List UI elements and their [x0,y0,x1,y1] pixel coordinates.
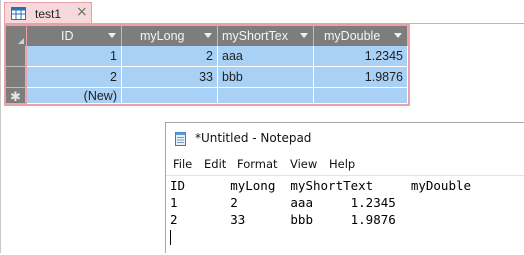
cell-mylong[interactable]: 33 [122,67,218,88]
tab-test1[interactable]: test1 × [4,2,92,24]
column-header-myshorttext[interactable]: myShortTex [218,26,314,46]
dropdown-arrow-icon[interactable] [300,33,308,38]
cell-mydouble[interactable]: 1.2345 [314,46,408,67]
cell-new-myshorttext[interactable] [218,88,314,104]
text-line: 2 33 bbb 1.9876 [170,212,396,227]
notepad-titlebar[interactable]: *Untitled - Notepad [166,123,524,153]
notepad-icon [175,132,186,146]
column-header-label: ID [61,29,74,43]
cell-id[interactable]: 2 [27,67,122,88]
text-line: ID myLong myShortText myDouble [170,178,472,193]
tab-label: test1 [35,7,62,21]
window-left-border [0,0,1,253]
text-caret [170,230,171,245]
table-icon [11,7,26,20]
notepad-text-area[interactable]: ID myLong myShortText myDouble 1 2 aaa 1… [166,175,524,255]
text-line: 1 2 aaa 1.2345 [170,195,396,210]
new-record-icon: ✱ [10,90,21,104]
column-header-mydouble[interactable]: myDouble [314,26,408,46]
cell-myshorttext[interactable]: aaa [218,46,314,67]
cell-mylong[interactable]: 2 [122,46,218,67]
cell-myshorttext[interactable]: bbb [218,67,314,88]
menu-format[interactable]: Format [237,157,278,171]
cell-id[interactable]: 1 [27,46,122,67]
new-record-selector[interactable]: ✱ [6,88,26,104]
menu-edit[interactable]: Edit [204,157,226,171]
menu-view[interactable]: View [290,157,317,171]
dropdown-arrow-icon[interactable] [108,33,116,38]
close-icon[interactable]: × [76,4,88,20]
cell-new-id[interactable]: (New) [27,88,122,104]
column-header-mylong[interactable]: myLong [122,26,218,46]
menu-help[interactable]: Help [329,157,355,171]
notepad-title: *Untitled - Notepad [195,131,312,145]
dropdown-arrow-icon[interactable] [394,33,402,38]
cell-new-mydouble[interactable] [314,88,408,104]
select-all-corner[interactable] [6,26,26,46]
column-header-label: myDouble [324,29,381,43]
column-header-label: myShortTex [222,29,288,43]
datasheet-grid: ID myLong myShortTex myDouble 1 2 aaa 1.… [4,24,410,106]
corner-triangle-icon [18,38,24,44]
column-header-label: myLong [140,29,185,43]
cell-mydouble[interactable]: 1.9876 [314,67,408,88]
column-header-id[interactable]: ID [27,26,122,46]
record-selector[interactable] [6,67,26,88]
notepad-menubar: File Edit Format View Help [166,153,524,175]
notepad-window[interactable]: *Untitled - Notepad File Edit Format Vie… [165,122,524,255]
cell-new-mylong[interactable] [122,88,218,104]
dropdown-arrow-icon[interactable] [204,33,212,38]
menu-file[interactable]: File [173,157,192,171]
record-selector[interactable] [6,46,26,67]
